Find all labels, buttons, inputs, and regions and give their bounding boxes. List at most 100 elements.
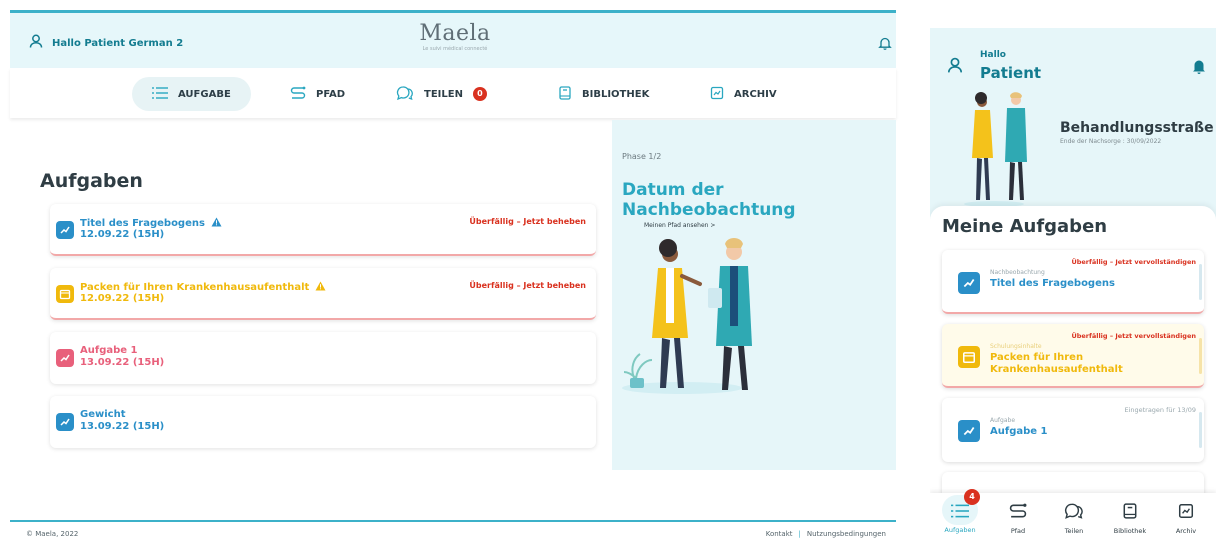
task-title: Gewicht [80,409,126,420]
tab-teilen-label: TEILEN [424,88,463,100]
logo-tagline: Le suivi médical connecté [422,46,488,52]
user-icon[interactable] [946,56,964,78]
user-icon [28,33,44,53]
mobile-task-card[interactable]: Nachbeobachtung Titel des Fragebogens Üb… [942,250,1204,314]
aufgaben-badge: 4 [964,489,980,505]
tab-archiv-label: ARCHIV [734,88,777,100]
tab-teilen[interactable]: TEILEN 0 [396,77,487,111]
card-scroll-indicator [1199,338,1202,374]
screenshot-root: Hallo Patient German 2 Maela Le suivi mé… [0,0,1216,546]
task-card[interactable]: Aufgabe 1 13.09.22 (15H) [50,332,596,384]
task-category: Nachbeobachtung [990,269,1045,276]
mobile-tab-pfad[interactable]: Pfad [992,497,1044,535]
mobile-task-card[interactable]: Aufgabe Aufgabe 1 Eingetragen für 13/09 [942,398,1204,462]
bell-icon[interactable] [878,35,892,54]
chart-icon [56,349,74,367]
path-icon [1008,503,1028,523]
doctor-patient-illustration [622,228,782,402]
card-scroll-indicator [1199,412,1202,448]
mobile-tasks-title: Meine Aufgaben [942,216,1108,237]
task-date: 13.09.22 (15H) [80,421,165,432]
mobile-hello: Hallo [980,50,1006,60]
task-card[interactable]: Packen für Ihren Krankenhausaufenthalt 1… [50,268,596,320]
task-date: 12.09.22 (15H) [80,293,165,304]
task-title: Aufgabe 1 [990,426,1048,437]
phase-panel: Phase 1/2 Datum der Nachbeobachtung Mein… [612,120,896,470]
task-title: Packen für Ihren Krankenhausaufenthalt [990,352,1123,375]
mobile-tab-pfad-label: Pfad [1010,527,1026,535]
task-card[interactable]: Titel des Fragebogens 12.09.22 (15H) Übe… [50,204,596,256]
card-scroll-indicator [1199,264,1202,300]
user-greeting[interactable]: Hallo Patient German 2 [28,33,183,53]
tab-bibliothek-label: BIBLIOTHEK [582,88,650,100]
mobile-tab-bar: 4 Aufgaben Pfad Teilen Bibliothek Archiv [930,489,1216,546]
book-icon [1122,503,1138,523]
task-title-text: Packen für Ihren Krankenhausaufenthalt [80,282,310,293]
list-icon [152,86,168,102]
tab-archiv[interactable]: ARCHIV [710,77,777,111]
mobile-tab-archiv-label: Archiv [1175,527,1197,535]
overdue-fix-link[interactable]: Überfällig – Jetzt beheben [469,281,586,290]
overdue-complete-link[interactable]: Überfällig – Jetzt vervollständigen [1071,332,1196,340]
mobile-tab-teilen[interactable]: Teilen [1048,497,1100,535]
chart-icon [56,413,74,431]
logo-text: Maela [419,21,491,46]
overdue-complete-link[interactable]: Überfällig – Jetzt vervollständigen [1071,258,1196,266]
mobile-task-sheet: Meine Aufgaben Nachbeobachtung Titel des… [930,206,1216,536]
footer-accent-line [10,520,896,522]
chat-icon [396,85,414,103]
chart-icon [958,420,980,442]
mobile-tab-aufgaben[interactable]: 4 Aufgaben [934,489,986,534]
contact-link[interactable]: Kontakt [766,530,793,538]
tab-pfad-label: PFAD [316,88,346,100]
archive-icon [710,86,724,103]
page-title: Aufgaben [40,170,143,192]
chart-icon [56,221,74,239]
doctor-patient-illustration [964,88,1044,212]
mobile-task-card[interactable]: Schulungsinhalte Packen für Ihren Kranke… [942,324,1204,388]
list-icon [951,503,969,522]
task-date: 13.09.22 (15H) [80,357,165,368]
archive-icon [1178,503,1194,523]
warning-icon [211,217,222,230]
desktop-view: Hallo Patient German 2 Maela Le suivi mé… [8,8,898,546]
mobile-hero: Hallo Patient Behandlungsstraße Ende der… [930,28,1216,223]
chat-icon [1064,503,1084,523]
mobile-tab-aufgaben-label: Aufgaben [944,526,976,534]
task-title-text: Titel des Fragebogens [80,218,205,229]
phase-title: Datum der Nachbeobachtung [622,180,796,220]
desktop-nav: AUFGABE PFAD TEILEN 0 BIBLIOTHEK ARCHIV [10,68,896,118]
task-card[interactable]: Gewicht 13.09.22 (15H) [50,396,596,448]
calendar-icon [958,346,980,368]
mobile-path-title: Behandlungsstraße [1060,120,1214,136]
desktop-header: Hallo Patient German 2 Maela Le suivi mé… [10,13,896,68]
teilen-badge: 0 [472,87,487,101]
mobile-tab-teilen-label: Teilen [1064,527,1084,535]
mobile-tab-archiv[interactable]: Archiv [1160,497,1212,535]
book-icon [558,85,572,103]
calendar-icon [56,285,74,303]
footer-separator: | [798,530,801,538]
bell-icon[interactable] [1192,58,1206,78]
desktop-body: Aufgaben Titel des Fragebogens 12.09.22 … [10,120,896,520]
overdue-fix-link[interactable]: Überfällig – Jetzt beheben [469,217,586,226]
footer-links: Kontakt | Nutzungsbedingungen [766,530,886,538]
mobile-view: Hallo Patient Behandlungsstraße Ende der… [930,28,1216,546]
path-icon [290,86,306,103]
task-due-text: Eingetragen für 13/09 [1124,406,1196,414]
mobile-tab-bibliothek-label: Bibliothek [1113,527,1147,535]
tab-pfad[interactable]: PFAD [290,77,345,111]
task-date: 12.09.22 (15H) [80,229,165,240]
task-category: Aufgabe [990,417,1016,424]
mobile-path-subtitle: Ende der Nachsorge : 30/09/2022 [1060,138,1162,145]
phase-label: Phase 1/2 [622,152,662,161]
tab-aufgabe[interactable]: AUFGABE [132,77,251,111]
task-title: Titel des Fragebogens [990,278,1115,289]
tab-aufgabe-label: AUFGABE [178,88,231,100]
tab-bibliothek[interactable]: BIBLIOTHEK [558,77,649,111]
maela-logo[interactable]: Maela Le suivi médical connecté [415,21,495,53]
mobile-patient-name: Patient [980,64,1042,82]
terms-link[interactable]: Nutzungsbedingungen [807,530,886,538]
mobile-tab-bibliothek[interactable]: Bibliothek [1104,497,1156,535]
warning-icon [315,281,326,294]
